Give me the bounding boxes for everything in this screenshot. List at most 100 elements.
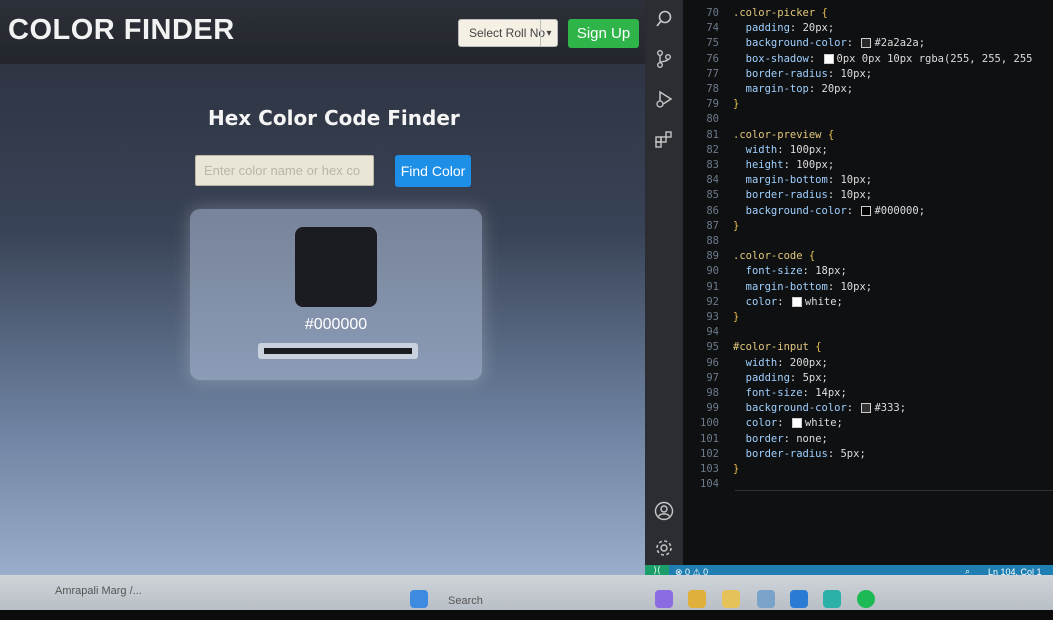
code-text: padding: 20px;	[733, 22, 835, 35]
gear-icon[interactable]	[653, 537, 675, 559]
code-line[interactable]: 82 width: 100px;	[683, 143, 1053, 158]
chrome-icon[interactable]	[688, 590, 706, 608]
line-number: 100	[700, 417, 719, 430]
source-control-icon[interactable]	[653, 48, 675, 70]
find-color-button[interactable]: Find Color	[395, 155, 471, 187]
color-input[interactable]	[195, 155, 374, 186]
chevron-down-icon: ▾	[540, 20, 557, 46]
taskbar-search[interactable]: Search	[448, 595, 483, 607]
code-line[interactable]: 84 margin-bottom: 10px;	[683, 173, 1053, 188]
code-line[interactable]: 93}	[683, 310, 1053, 325]
line-number: 78	[706, 83, 719, 95]
vscode-icon[interactable]	[790, 590, 808, 608]
spotify-icon[interactable]	[857, 590, 875, 608]
code-line[interactable]: 77 border-radius: 10px;	[683, 67, 1053, 82]
taskbar-window-label[interactable]: Amrapali Marg /...	[55, 585, 142, 597]
code-line[interactable]: 97 padding: 5px;	[683, 371, 1053, 386]
code-text: margin-bottom: 10px;	[733, 280, 873, 293]
activity-bar	[645, 0, 683, 565]
code-line[interactable]: 103}	[683, 462, 1053, 477]
run-debug-icon[interactable]	[653, 88, 675, 110]
code-line[interactable]: 78 margin-top: 20px;	[683, 82, 1053, 97]
line-number: 98	[706, 387, 719, 399]
code-line[interactable]: 95 #color-input {	[683, 340, 1053, 355]
line-number: 99	[706, 402, 719, 415]
line-number: 94	[706, 326, 719, 339]
roll-number-select[interactable]: Select Roll No ▾	[458, 19, 558, 47]
code-line[interactable]: 87}	[683, 219, 1053, 234]
line-number: 79	[706, 98, 719, 111]
code-text: border-radius: 10px;	[733, 189, 873, 202]
code-text: padding: 5px;	[733, 371, 828, 384]
code-line[interactable]: 86 background-color: #000000;	[683, 204, 1053, 219]
color-code: #000000	[304, 316, 368, 333]
code-line[interactable]: 91 margin-bottom: 10px;	[683, 280, 1053, 295]
code-text: background-color: #2a2a2a;	[733, 37, 926, 50]
line-number: 96	[706, 356, 719, 369]
line-number: 92	[706, 295, 719, 308]
code-line[interactable]: 83 height: 100px;	[683, 158, 1053, 173]
line-number: 84	[706, 174, 719, 187]
code-line[interactable]: 92 color: white;	[683, 295, 1053, 310]
code-line[interactable]: 75 background-color: #2a2a2a;	[683, 36, 1053, 51]
code-editor[interactable]: 70 .color-picker {74 padding: 20px; 75 bac…	[683, 0, 1053, 565]
code-line[interactable]: 99 background-color: #333;	[683, 401, 1053, 416]
code-line[interactable]: 100 color: white;	[683, 416, 1053, 431]
code-line[interactable]: 102 border-radius: 5px;	[683, 447, 1053, 462]
edge-icon[interactable]	[823, 590, 841, 608]
account-icon[interactable]	[653, 500, 675, 522]
line-number: 70	[706, 7, 719, 19]
code-line[interactable]: 96 width: 200px;	[683, 356, 1053, 371]
screen-bezel	[0, 610, 1053, 620]
code-line[interactable]: 70 .color-picker {	[683, 6, 1053, 21]
code-text: color: white;	[733, 417, 843, 430]
line-number: 75	[706, 37, 719, 50]
code-line[interactable]: 90 font-size: 18px;	[683, 264, 1053, 279]
code-text: .color-code {	[733, 250, 816, 263]
code-text: color: white;	[733, 295, 843, 308]
code-line[interactable]: 85 border-radius: 10px;	[683, 188, 1053, 203]
code-text: border: none;	[733, 432, 828, 445]
app-header: COLOR FINDER Select Roll No ▾ Sign Up	[0, 0, 645, 64]
code-line[interactable]: 98 font-size: 14px;	[683, 386, 1053, 401]
line-number: 101	[700, 432, 719, 445]
code-line[interactable]: 80	[683, 112, 1053, 127]
app-icon[interactable]	[655, 590, 673, 608]
line-number: 83	[706, 159, 719, 171]
code-text: margin-top: 20px;	[733, 83, 854, 95]
color-bar-frame	[258, 343, 418, 359]
code-line[interactable]: 76 box-shadow: 0px 0px 10px rgba(255, 25…	[683, 52, 1053, 67]
code-text: .color-preview {	[733, 128, 835, 141]
code-text: }	[733, 311, 740, 323]
file-explorer-icon[interactable]	[722, 590, 740, 608]
line-number: 80	[706, 113, 719, 126]
brand-logo[interactable]: COLOR FINDER	[8, 14, 235, 47]
code-text: .color-picker {	[733, 7, 828, 19]
code-text: }	[733, 98, 740, 111]
media-icon[interactable]	[757, 590, 775, 608]
code-line[interactable]: 88	[683, 234, 1053, 249]
roll-select-label: Select Roll No	[469, 26, 546, 40]
code-line[interactable]: 94	[683, 325, 1053, 340]
code-line[interactable]: 79}	[683, 97, 1053, 112]
sign-up-button[interactable]: Sign Up	[568, 19, 639, 48]
code-text: font-size: 14px;	[733, 387, 847, 399]
code-line[interactable]: 81 .color-preview {	[683, 128, 1053, 143]
code-line[interactable]: 101 border: none;	[683, 432, 1053, 447]
line-number: 81	[706, 128, 719, 141]
code-line[interactable]: 89 .color-code {	[683, 249, 1053, 264]
code-text: width: 200px;	[733, 356, 828, 369]
color-finder-app: COLOR FINDER Select Roll No ▾ Sign Up He…	[0, 0, 645, 575]
extensions-icon[interactable]	[653, 128, 675, 150]
line-number: 90	[706, 265, 719, 278]
color-preview	[295, 227, 377, 307]
line-number: 86	[706, 204, 719, 217]
code-line[interactable]: 74 padding: 20px;	[683, 21, 1053, 36]
line-number: 74	[706, 22, 719, 35]
code-text: height: 100px;	[733, 159, 835, 171]
search-icon[interactable]	[653, 8, 675, 30]
windows-start-icon[interactable]	[410, 590, 428, 608]
code-text: background-color: #000000;	[733, 204, 926, 217]
line-number: 89	[706, 250, 719, 263]
code-text: }	[733, 219, 740, 232]
